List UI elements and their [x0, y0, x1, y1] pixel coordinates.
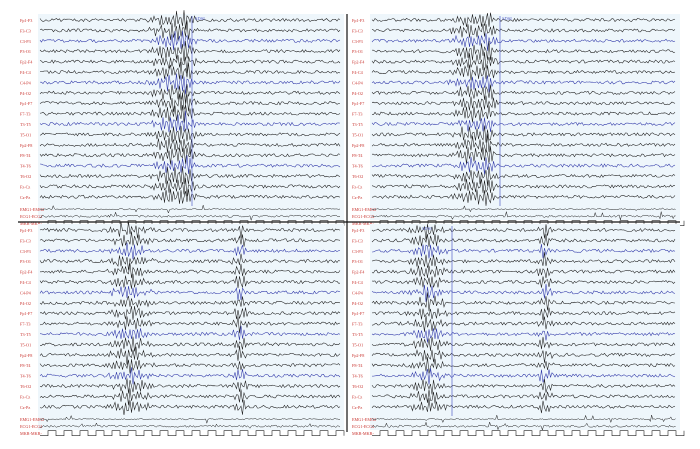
marker-pulse-trace: [372, 430, 685, 436]
channel-label: T3-T5: [20, 122, 31, 127]
eeg-panel-top-left: Fp1-F3 F3-C3 C3-P3 P3-O1 Fp2-F4 F4-C4 C4-P4 P4-…: [20, 10, 345, 226]
event-marker-label: SDSI: [502, 16, 512, 21]
channel-label: F8-T4: [352, 153, 363, 158]
channel-label: T5-O1: [352, 342, 363, 347]
channel-label: F8-T4: [20, 153, 31, 158]
channel-label: Fp2-F8: [20, 353, 32, 358]
channel-label: F7-T3: [20, 112, 30, 117]
channel-label: T4-T6: [352, 374, 363, 379]
channel-label: T6-O2: [352, 384, 363, 389]
channel-label: Fp1-F3: [352, 228, 364, 233]
channel-label: P4-O2: [20, 91, 31, 96]
channel-label: C3-P3: [352, 249, 363, 254]
channel-label: C3-P3: [352, 39, 363, 44]
channel-label: Fp1-F3: [20, 18, 32, 23]
channel-label: Fz-Cz: [352, 184, 362, 189]
channel-label: P3-O1: [352, 259, 363, 264]
channel-label: C3-P3: [20, 249, 31, 254]
event-marker-label: SDSI: [195, 16, 205, 21]
channel-label: Fp1-F7: [20, 311, 32, 316]
channel-label: Fp2-F4: [352, 270, 365, 275]
channel-label: C4-P4: [352, 80, 364, 85]
channel-label: Fp2-F8: [20, 143, 32, 148]
channel-label: P3-O1: [20, 259, 31, 264]
channel-label: Cz-Pz: [20, 405, 30, 410]
panel-background: [370, 14, 680, 220]
channel-label: T4-T6: [352, 164, 363, 169]
channel-label: Cz-Pz: [352, 195, 362, 200]
aux-label: ECG1-ECG2: [20, 214, 42, 219]
channel-label: T6-O2: [352, 174, 363, 179]
aux-label: EMG1-EMG2: [352, 417, 376, 422]
channel-label: F4-C4: [20, 70, 32, 75]
channel-label: Fp1-F7: [20, 101, 32, 106]
marker-pulse-trace: [40, 430, 345, 436]
channel-label: Fz-Cz: [352, 394, 362, 399]
channel-label: C4-P4: [352, 290, 364, 295]
channel-label: T4-T6: [20, 374, 31, 379]
eeg-panel-bottom-right: Fp1-F3 F3-C3 C3-P3 P3-O1 Fp2-F4 F4-C4 C4-P4 P4-…: [352, 224, 685, 436]
channel-label: C4-P4: [20, 80, 32, 85]
aux-label: EMG1-EMG2: [20, 207, 44, 212]
channel-label: F7-T3: [352, 112, 362, 117]
channel-label: T3-T5: [20, 332, 31, 337]
channel-label: Fp1-F3: [352, 18, 364, 23]
channel-label: C4-P4: [20, 290, 32, 295]
channel-label: Cz-Pz: [20, 195, 30, 200]
channel-label: Fp2-F8: [352, 353, 364, 358]
channel-label: Fp1-F7: [352, 311, 364, 316]
channel-label: T5-O1: [352, 132, 363, 137]
channel-label: F3-C3: [20, 28, 31, 33]
channel-label: F8-T4: [20, 363, 31, 368]
channel-label: F4-C4: [352, 70, 364, 75]
channel-label: Fp2-F4: [20, 270, 33, 275]
aux-label: MKR-MKR-: [20, 431, 42, 436]
channel-label: T4-T6: [20, 164, 31, 169]
panel-background: [370, 224, 680, 430]
aux-label: ECG1-ECG2: [352, 214, 374, 219]
channel-label: F4-C4: [20, 280, 32, 285]
channel-label: F3-C3: [352, 238, 363, 243]
channel-label: P3-O1: [352, 49, 363, 54]
channel-label: P4-O2: [352, 301, 363, 306]
channel-label: Fp2-F4: [20, 60, 33, 65]
channel-label: F3-C3: [352, 28, 363, 33]
channel-label: T5-O1: [20, 342, 31, 347]
eeg-figure: Fp1-F3 F3-C3 C3-P3 P3-O1 Fp2-F4 F4-C4 C4-P4 P4-…: [18, 10, 685, 436]
event-marker-label: SDSI: [422, 226, 432, 231]
eeg-panel-bottom-left: Fp1-F3 F3-C3 C3-P3 P3-O1 Fp2-F4 F4-C4 C4-P4 P4-…: [20, 221, 345, 436]
channel-label: P4-O2: [20, 301, 31, 306]
channel-label: C3-P3: [20, 39, 31, 44]
channel-label: T3-T5: [352, 332, 363, 337]
channel-label: Fz-Cz: [20, 184, 30, 189]
eeg-panel-top-right: Fp1-F3 F3-C3 C3-P3 P3-O1 Fp2-F4 F4-C4 C4-P4 P4-…: [352, 12, 685, 226]
channel-label: T5-O1: [20, 132, 31, 137]
channel-label: Fp2-F8: [352, 143, 364, 148]
channel-label: Fz-Cz: [20, 394, 30, 399]
channel-label: T6-O2: [20, 174, 31, 179]
channel-label: F7-T3: [352, 322, 362, 327]
channel-label: F8-T4: [352, 363, 363, 368]
channel-label: Fp1-F3: [20, 228, 32, 233]
channel-label: T3-T5: [352, 122, 363, 127]
aux-label: ECG1-ECG2: [352, 424, 374, 429]
channel-label: T6-O2: [20, 384, 31, 389]
aux-label: MKR-MKR-: [352, 431, 374, 436]
aux-label: ECG1-ECG2: [20, 424, 42, 429]
channel-label: Fp1-F7: [352, 101, 364, 106]
channel-label: P3-O1: [20, 49, 31, 54]
aux-label: EMG1-EMG2: [20, 417, 44, 422]
channel-label: F3-C3: [20, 238, 31, 243]
panel-background: [38, 224, 344, 430]
channel-label: Fp2-F4: [352, 60, 365, 65]
channel-label: Cz-Pz: [352, 405, 362, 410]
channel-label: F7-T3: [20, 322, 30, 327]
channel-label: P4-O2: [352, 91, 363, 96]
channel-label: F4-C4: [352, 280, 364, 285]
